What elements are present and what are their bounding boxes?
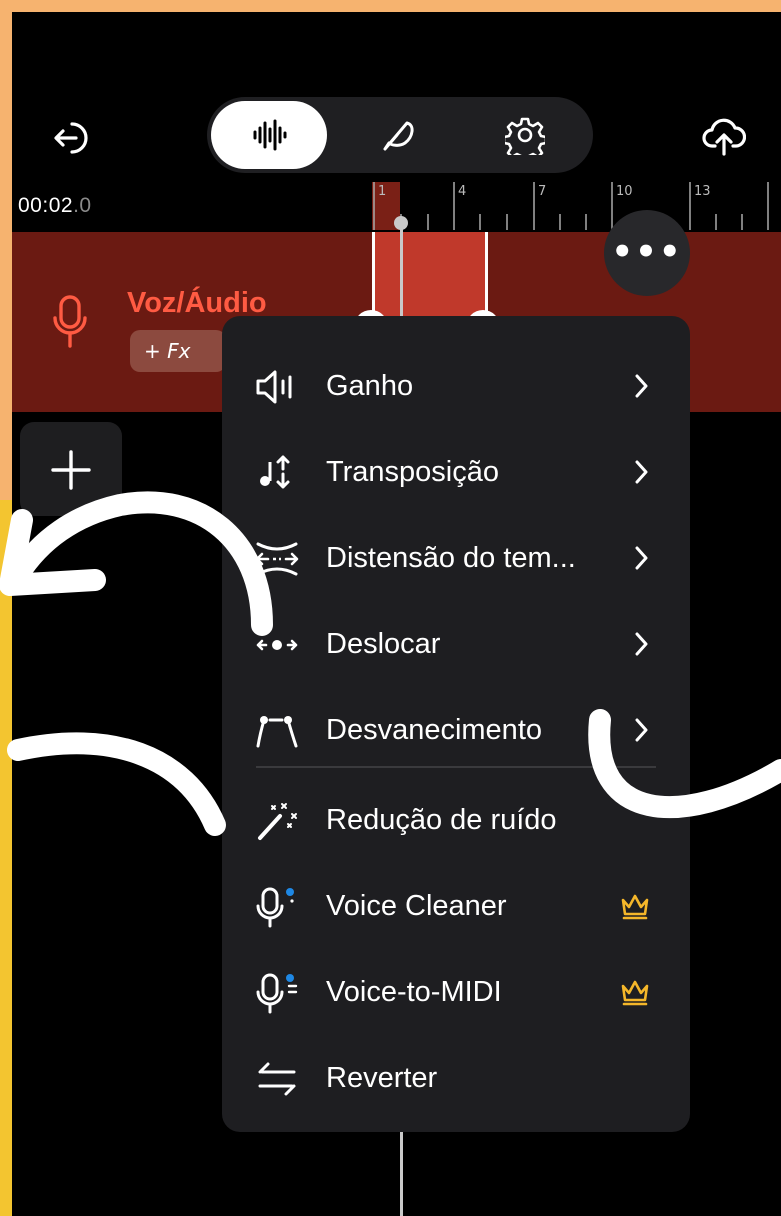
playhead-handle[interactable] xyxy=(394,216,408,230)
top-toolbar xyxy=(12,92,781,173)
menu-item-label: Voice Cleaner xyxy=(326,890,507,922)
menu-item-label: Ganho xyxy=(326,370,414,402)
more-options-button[interactable]: ••• xyxy=(604,210,690,296)
menu-item-label: Distensão do tem... xyxy=(326,542,576,574)
ruler-label: 4 xyxy=(458,184,467,199)
chevron-right-icon xyxy=(635,632,648,656)
chevron-right-icon xyxy=(635,460,648,484)
voice-cleaner-icon xyxy=(256,887,294,928)
quill-icon[interactable] xyxy=(377,115,417,155)
menu-item-voice-to-midi[interactable]: Voice-to-MIDI xyxy=(222,950,690,1036)
frame-yellow-border xyxy=(0,500,12,1216)
plus-icon xyxy=(51,450,91,490)
waveform-icon[interactable] xyxy=(249,115,289,155)
timecode-fraction: .0 xyxy=(73,194,92,217)
menu-item-reverter[interactable]: Reverter xyxy=(222,1036,690,1122)
menu-item-label: Deslocar xyxy=(326,628,441,660)
menu-item-reducao-ruido[interactable]: Redução de ruído xyxy=(222,778,690,864)
menu-item-label: Voice-to-MIDI xyxy=(326,976,502,1008)
ruler-label: 13 xyxy=(694,184,711,199)
timecode-main: 00:02 xyxy=(18,194,74,217)
menu-item-label: Desvanecimento xyxy=(326,714,542,746)
timeline-ruler[interactable]: 1 4 7 10 13 xyxy=(372,182,781,232)
transpose-icon xyxy=(260,455,290,489)
menu-item-ganho[interactable]: Ganho xyxy=(222,344,690,430)
menu-item-label: Transposição xyxy=(326,456,500,488)
crown-premium-icon xyxy=(621,980,649,1006)
mode-segmented-control xyxy=(207,97,593,173)
menu-item-deslocar[interactable]: Deslocar xyxy=(222,602,690,688)
crown-premium-icon xyxy=(621,894,649,920)
time-stretch-icon xyxy=(255,542,299,576)
menu-divider xyxy=(256,766,656,768)
gear-icon[interactable] xyxy=(505,115,545,155)
chevron-right-icon xyxy=(635,546,648,570)
add-track-button[interactable] xyxy=(20,422,122,516)
chevron-right-icon xyxy=(635,718,648,742)
timecode: 00:02.0 xyxy=(18,194,92,218)
reverse-icon xyxy=(258,1062,296,1096)
back-icon[interactable] xyxy=(50,118,90,158)
menu-item-label: Redução de ruído xyxy=(326,804,557,836)
fade-icon xyxy=(256,716,298,748)
context-menu: Ganho Transposição Distensão do tem... D… xyxy=(222,316,690,1132)
ruler-ticks xyxy=(373,182,769,230)
ruler-label: 7 xyxy=(538,184,547,199)
menu-item-voice-cleaner[interactable]: Voice Cleaner xyxy=(222,864,690,950)
shift-icon xyxy=(256,639,298,651)
chevron-right-icon xyxy=(635,374,648,398)
ellipsis-icon: ••• xyxy=(611,232,683,272)
ruler-label: 1 xyxy=(378,184,387,199)
menu-item-label: Reverter xyxy=(326,1062,438,1094)
microphone-icon[interactable] xyxy=(52,294,88,350)
cloud-upload-icon[interactable] xyxy=(702,114,746,158)
audio-clip[interactable] xyxy=(372,232,488,325)
app-screen: 00:02.0 1 4 7 10 13 Voz/Áudio + Fx ••• G… xyxy=(12,12,781,1216)
ruler-label: 10 xyxy=(616,184,633,199)
magic-wand-icon xyxy=(258,803,297,840)
menu-item-desvanecimento[interactable]: Desvanecimento xyxy=(222,688,690,774)
volume-icon xyxy=(256,370,292,404)
menu-item-transposicao[interactable]: Transposição xyxy=(222,430,690,516)
add-fx-button[interactable]: + Fx xyxy=(130,330,226,372)
voice-to-midi-icon xyxy=(256,973,298,1014)
menu-item-distensao[interactable]: Distensão do tem... xyxy=(222,516,690,602)
